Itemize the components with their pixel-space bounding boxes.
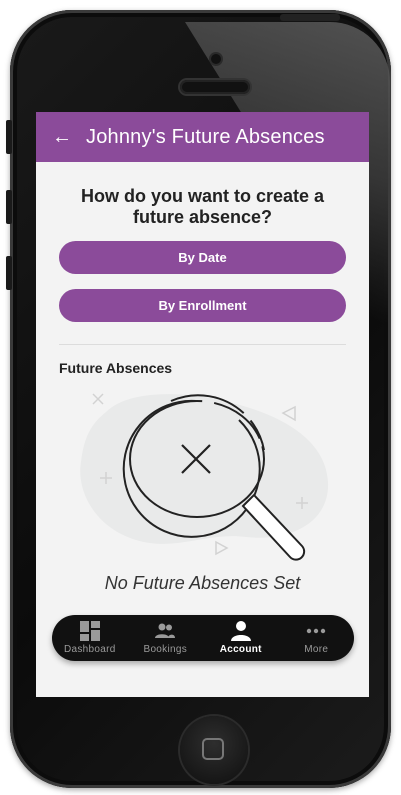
home-square-icon [202,738,224,760]
empty-state-message: No Future Absences Set [104,573,301,593]
volume-up-button [6,190,12,224]
dashboard-grid-icon [79,621,100,641]
bottom-navigation: Dashboard Bookings Account More [52,615,354,661]
nav-account-label: Account [219,644,262,655]
nav-account[interactable]: Account [203,615,279,661]
volume-down-button [6,256,12,290]
app-screen: ← Johnny's Future Absences How do you wa… [36,112,369,697]
power-button [280,14,340,21]
nav-more[interactable]: More [279,615,355,661]
page-title: Johnny's Future Absences [86,125,325,148]
arrow-left-icon[interactable]: ← [52,112,76,162]
by-date-button[interactable]: By Date [59,241,346,274]
people-icon [154,621,176,641]
front-camera [211,54,221,64]
person-icon [230,621,251,641]
nav-dashboard-label: Dashboard [63,644,116,655]
divider [59,344,346,345]
nav-dashboard[interactable]: Dashboard [52,615,128,661]
mute-switch [6,120,12,154]
home-button[interactable] [180,716,248,784]
app-bar: ← Johnny's Future Absences [36,112,369,162]
more-dots-icon [306,621,326,641]
earpiece-speaker [180,80,250,94]
future-absences-heading: Future Absences [59,360,173,376]
by-enrollment-button[interactable]: By Enrollment [59,289,346,322]
magnifier-no-results-icon [80,393,329,561]
create-question: How do you want to create a future absen… [80,186,325,227]
nav-more-label: More [304,644,329,655]
nav-bookings[interactable]: Bookings [128,615,204,661]
nav-bookings-label: Bookings [143,644,188,655]
